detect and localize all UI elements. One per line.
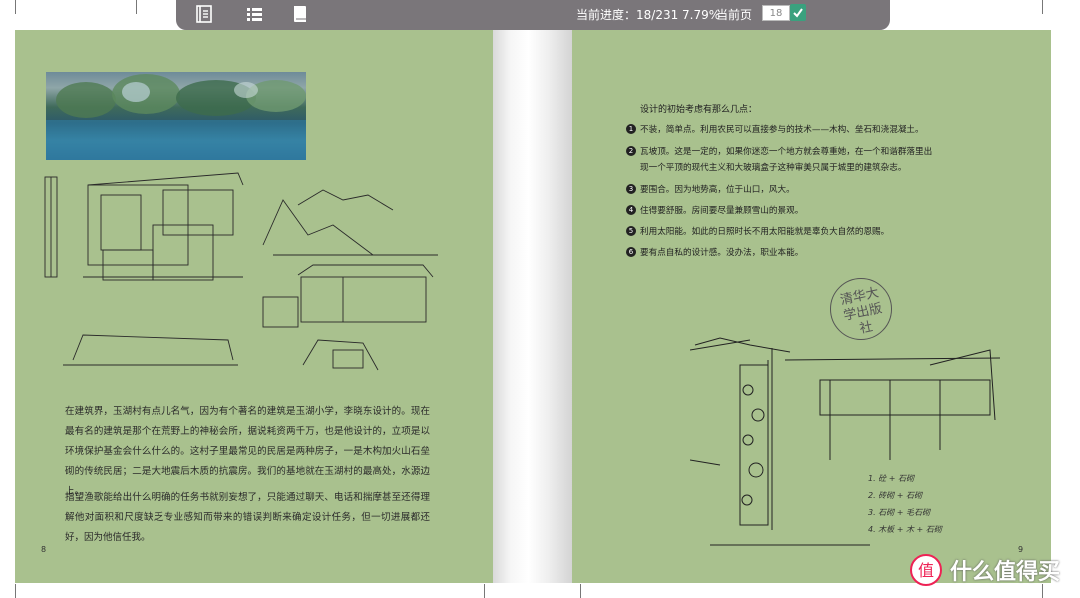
svg-text:值: 值 <box>918 561 934 580</box>
consideration-item: 3 要围合。因为地势高，位于山口，风大。 <box>626 182 930 198</box>
crop-mark <box>136 0 137 14</box>
crop-mark <box>484 584 485 598</box>
crop-mark <box>15 0 16 14</box>
consideration-item: 4 住得要舒服。房间要尽量兼顾雪山的景观。 <box>626 203 930 219</box>
table-of-contents-icon[interactable] <box>193 3 215 25</box>
crop-mark <box>1042 0 1043 14</box>
paragraph-task: 指望渔歌能给出什么明确的任务书就别妄想了，只能通过聊天、电话和揣摩甚至还得理解他… <box>65 492 430 543</box>
right-page: 设计的初始考虑有那么几点： 1 不装，简单点。利用农民可以直接参与的技术——木构… <box>572 30 1051 583</box>
lake-photo <box>46 72 306 160</box>
paragraph-village: 在建筑界，玉湖村有点儿名气，因为有个著名的建筑是玉湖小学，李晓东设计的。现在最有… <box>65 406 430 497</box>
watermark-text: 什么值得买 <box>950 560 1061 585</box>
book-icon[interactable] <box>289 3 311 25</box>
section-sketch <box>690 337 1001 546</box>
consideration-item: 1 不装，简单点。利用农民可以直接参与的技术——木构、垒石和浇混凝土。 <box>626 122 930 138</box>
checkmark-icon[interactable] <box>790 4 806 21</box>
page-number-left: 8 <box>41 545 47 554</box>
current-page-label: 当前页 <box>716 8 753 22</box>
consideration-item: 2 瓦坡顶。这是一定的，如果你迷恋一个地方就会尊重她，在一个和谐群落里出现一个平… <box>626 144 940 176</box>
crop-mark <box>15 584 16 598</box>
reading-progress: 当前进度：18/231 7.79% <box>576 8 721 22</box>
crop-mark <box>580 584 581 598</box>
consideration-item: 6 要有点自私的设计感。没办法，职业本能。 <box>626 245 930 261</box>
list-icon[interactable] <box>243 3 265 25</box>
consideration-item: 5 利用太阳能。如此的日照时长不用太阳能就是辜负大自然的恩赐。 <box>626 224 930 240</box>
design-considerations-heading: 设计的初始考虑有那么几点： <box>640 105 758 115</box>
handwritten-notes: 1. 砼 + 石砌 2. 砖砌 + 石砌 3. 石砌 + 毛石砌 4. 木板 +… <box>868 474 942 534</box>
watermark: 值 什么值得买 <box>910 553 1060 587</box>
smzdm-logo-icon: 值 <box>910 554 942 586</box>
book-gutter <box>493 30 572 583</box>
reader-toolbar: 当前进度：18/231 7.79% 当前页 18 <box>176 0 890 30</box>
left-page: 在建筑界，玉湖村有点儿名气，因为有个著名的建筑是玉湖小学，李晓东设计的。现在最有… <box>15 30 493 583</box>
page-number-input[interactable]: 18 <box>762 5 790 21</box>
architectural-sketches <box>44 172 438 371</box>
